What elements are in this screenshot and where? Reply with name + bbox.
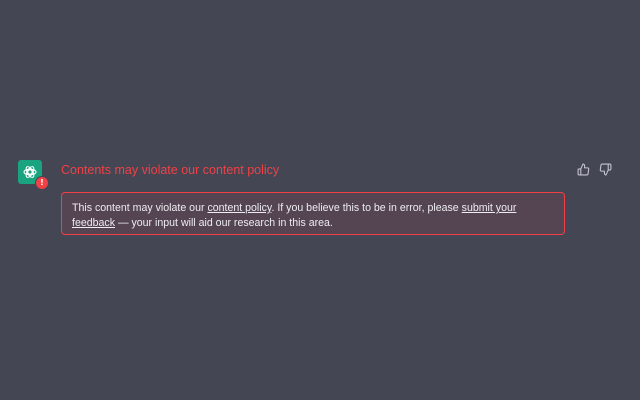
policy-violation-title: Contents may violate our content policy [61, 163, 280, 177]
thumbs-up-icon[interactable] [576, 162, 590, 176]
notice-text-part1: This content may violate our [72, 202, 208, 214]
chat-page: ! Contents may violate our content polic… [0, 0, 640, 400]
notice-text-part2: . If you believe this to be in error, pl… [271, 202, 462, 214]
policy-notice-box: This content may violate our content pol… [61, 192, 565, 235]
notice-text-part3: — your input will aid our research in th… [115, 217, 333, 229]
feedback-actions [576, 162, 612, 176]
thumbs-down-icon[interactable] [598, 162, 612, 176]
warning-icon: ! [35, 176, 49, 190]
assistant-avatar: ! [18, 160, 49, 190]
content-policy-link[interactable]: content policy [207, 202, 271, 214]
